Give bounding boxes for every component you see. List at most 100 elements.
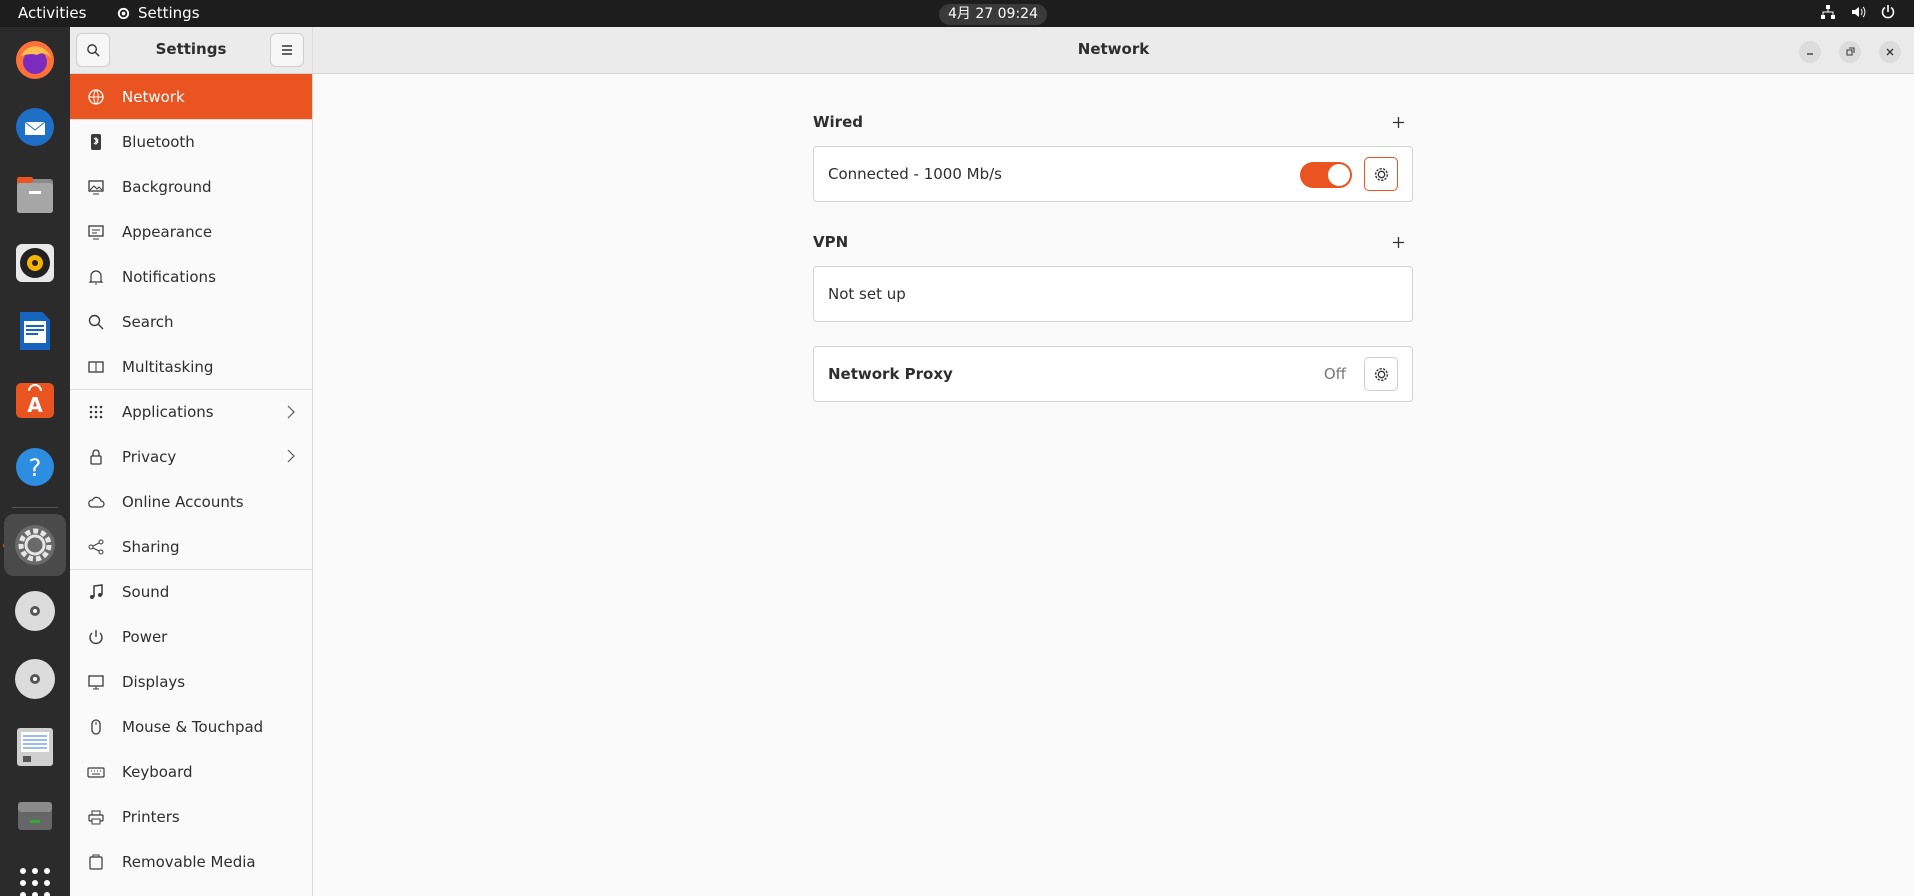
sidebar-header: Settings xyxy=(70,27,312,74)
cloud-icon xyxy=(86,492,106,512)
removable-media-icon xyxy=(86,852,106,872)
sidebar-item-printers[interactable]: Printers xyxy=(70,794,312,839)
plus-icon xyxy=(1392,116,1404,128)
network-proxy-label: Network Proxy xyxy=(828,365,953,383)
music-note-icon xyxy=(86,582,106,602)
network-proxy-state: Off xyxy=(1323,365,1346,383)
system-tray[interactable] xyxy=(1820,4,1896,20)
power-icon xyxy=(1881,5,1895,19)
apps-grid-icon xyxy=(86,402,106,422)
svg-text:?: ? xyxy=(29,454,42,482)
sidebar-item-label: Multitasking xyxy=(122,357,214,376)
rhythmbox-icon[interactable] xyxy=(11,239,59,287)
vpn-row: Not set up xyxy=(813,266,1413,322)
lock-icon xyxy=(86,447,106,467)
show-apps-icon[interactable] xyxy=(11,859,59,896)
sidebar-item-applications[interactable]: Applications xyxy=(70,389,312,434)
sidebar-item-label: Search xyxy=(122,312,174,331)
toggle-knob xyxy=(1328,164,1350,186)
disc-icon-2[interactable] xyxy=(11,655,59,703)
sidebar-item-label: Power xyxy=(122,627,168,646)
menu-button[interactable] xyxy=(270,33,304,67)
sidebar-item-label: Printers xyxy=(122,807,180,826)
sidebar-item-displays[interactable]: Displays xyxy=(70,659,312,704)
power-icon xyxy=(86,627,106,647)
sidebar-item-label: Privacy xyxy=(122,447,177,466)
sidebar-item-label: Keyboard xyxy=(122,762,193,781)
activities-button[interactable]: Activities xyxy=(18,4,86,22)
sidebar-item-bluetooth[interactable]: Bluetooth xyxy=(70,119,312,164)
sidebar-item-removable-media[interactable]: Removable Media xyxy=(70,839,312,884)
minimize-button[interactable] xyxy=(1799,41,1821,63)
appearance-icon xyxy=(86,222,106,242)
network-wired-icon xyxy=(1821,5,1835,19)
sidebar-item-online-accounts[interactable]: Online Accounts xyxy=(70,479,312,524)
clock[interactable]: 4月 27 09:24 xyxy=(939,4,1047,25)
close-icon xyxy=(1886,48,1894,56)
add-vpn-button[interactable] xyxy=(1386,230,1410,254)
keyboard-icon xyxy=(86,762,106,782)
sidebar-item-mouse-and-touchpad[interactable]: Mouse & Touchpad xyxy=(70,704,312,749)
sidebar-item-keyboard[interactable]: Keyboard xyxy=(70,749,312,794)
dock: A ? xyxy=(0,27,70,896)
sidebar-item-appearance[interactable]: Appearance xyxy=(70,209,312,254)
sidebar-item-label: Removable Media xyxy=(122,852,256,871)
sidebar-item-label: Sharing xyxy=(122,537,180,556)
files-icon[interactable] xyxy=(11,171,59,219)
sidebar-item-sharing[interactable]: Sharing xyxy=(70,524,312,569)
maximize-button[interactable] xyxy=(1839,41,1861,63)
minimize-icon xyxy=(1807,53,1813,55)
help-icon[interactable]: ? xyxy=(11,443,59,491)
hamburger-icon xyxy=(282,45,292,55)
network-icon xyxy=(86,87,106,107)
chevron-right-icon xyxy=(286,448,296,468)
gear-icon xyxy=(1374,367,1388,381)
app-menu-label: Settings xyxy=(138,4,200,22)
sidebar-item-multitasking[interactable]: Multitasking xyxy=(70,344,312,389)
sidebar-item-label: Network xyxy=(122,87,185,106)
wired-settings-button[interactable] xyxy=(1364,157,1398,191)
app-menu[interactable]: Settings xyxy=(116,4,200,22)
sidebar-item-label: Sound xyxy=(122,583,170,601)
wired-section-title: Wired xyxy=(813,113,863,131)
main-header: Network xyxy=(313,27,1914,74)
close-button[interactable] xyxy=(1879,41,1901,63)
wired-status: Connected - 1000 Mb/s xyxy=(828,165,1002,183)
settings-icon[interactable] xyxy=(4,514,66,576)
svg-text:A: A xyxy=(27,393,43,417)
sidebar-item-label: Applications xyxy=(122,403,214,421)
sidebar-item-sound[interactable]: Sound xyxy=(70,569,312,614)
sidebar-item-notifications[interactable]: Notifications xyxy=(70,254,312,299)
sidebar-item-search[interactable]: Search xyxy=(70,299,312,344)
drive-icon[interactable] xyxy=(11,791,59,839)
bluetooth-icon xyxy=(86,132,106,152)
thunderbird-icon[interactable] xyxy=(11,103,59,151)
gear-icon xyxy=(117,7,130,19)
text-editor-icon[interactable] xyxy=(11,723,59,771)
add-wired-button[interactable] xyxy=(1386,110,1410,134)
sidebar-item-network[interactable]: Network xyxy=(70,74,312,119)
sidebar-item-label: Background xyxy=(122,177,212,196)
top-bar: Activities Settings 4月 27 09:24 xyxy=(0,0,1914,27)
dock-separator xyxy=(12,507,58,508)
proxy-settings-button[interactable] xyxy=(1364,357,1398,391)
restore-icon xyxy=(1846,47,1855,56)
page-title: Network xyxy=(1077,40,1150,58)
libreoffice-writer-icon[interactable] xyxy=(11,307,59,355)
firefox-icon[interactable] xyxy=(11,36,59,84)
background-icon xyxy=(86,177,106,197)
network-proxy-row[interactable]: Network Proxy Off xyxy=(813,346,1413,402)
sidebar-item-label: Displays xyxy=(122,672,186,691)
wired-toggle[interactable] xyxy=(1300,162,1352,188)
app-center-icon[interactable]: A xyxy=(11,375,59,423)
disc-icon[interactable] xyxy=(11,587,59,635)
sidebar-item-background[interactable]: Background xyxy=(70,164,312,209)
plus-icon xyxy=(1392,236,1404,248)
sidebar-item-power[interactable]: Power xyxy=(70,614,312,659)
network-panel: Network Wired Connected - 1000 Mb/s VPN … xyxy=(313,27,1914,896)
sidebar-item-privacy[interactable]: Privacy xyxy=(70,434,312,479)
share-icon xyxy=(86,537,106,557)
settings-sidebar: Settings Network Bluetooth Background Appea… xyxy=(70,27,313,896)
multitasking-icon xyxy=(86,357,106,377)
bell-icon xyxy=(86,267,106,287)
